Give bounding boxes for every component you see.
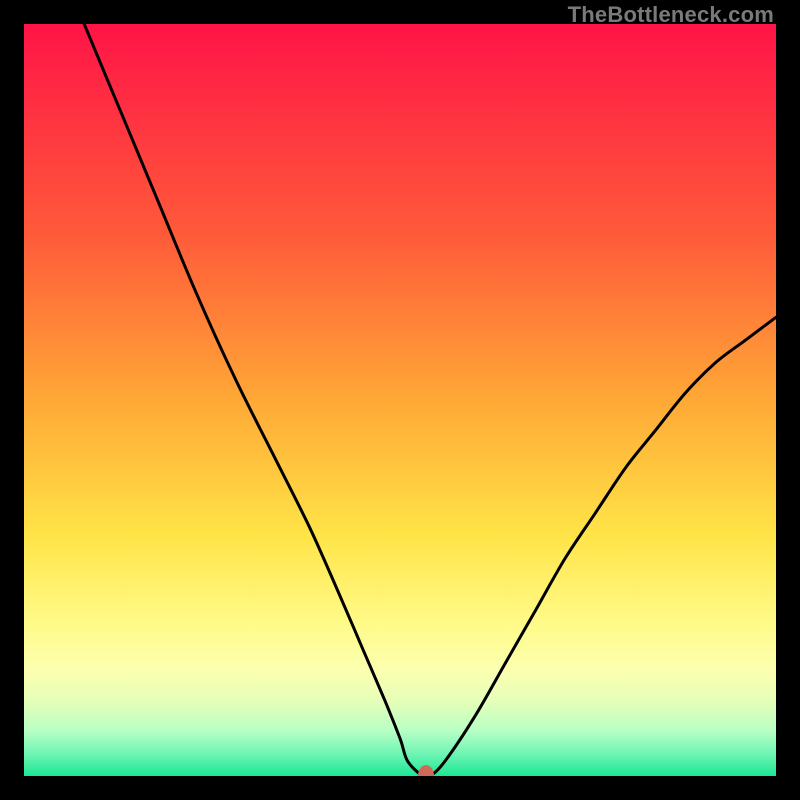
plot-area [24,24,776,776]
background-gradient [24,24,776,776]
chart-frame: TheBottleneck.com [0,0,800,800]
